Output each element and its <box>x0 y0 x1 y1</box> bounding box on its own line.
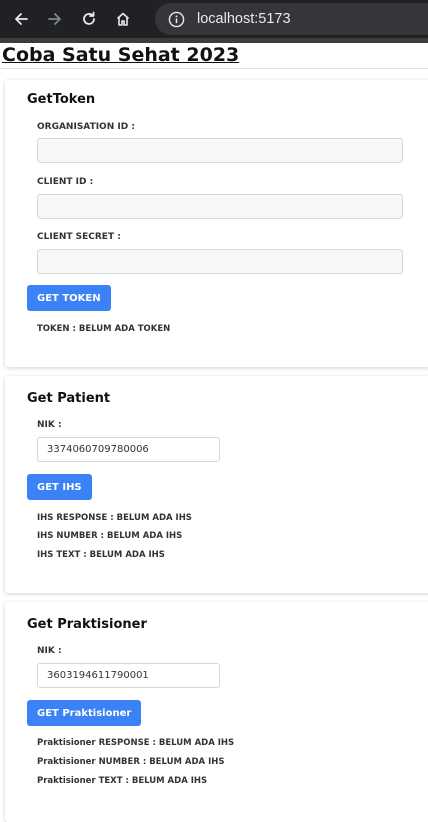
client-secret-label: CLIENT SECRET : <box>37 232 121 242</box>
url-text: localhost:5173 <box>197 11 291 27</box>
address-bar[interactable]: localhost:5173 <box>155 3 428 35</box>
site-info-icon[interactable] <box>167 10 185 28</box>
token-status: TOKEN : BELUM ADA TOKEN <box>37 324 171 334</box>
reload-icon[interactable] <box>72 0 106 38</box>
patient-nik-label: NIK : <box>37 420 62 430</box>
organisation-id-label: ORGANISATION ID : <box>37 122 135 132</box>
praktisioner-text-text: Praktisioner TEXT : BELUM ADA IHS <box>37 776 208 786</box>
ihs-number-text: IHS NUMBER : BELUM ADA IHS <box>37 531 183 541</box>
patient-nik-input[interactable] <box>37 437 220 462</box>
get-patient-heading: Get Patient <box>27 391 111 406</box>
back-icon[interactable] <box>4 0 38 38</box>
praktisioner-nik-input[interactable] <box>37 663 220 688</box>
client-id-label: CLIENT ID : <box>37 177 94 187</box>
praktisioner-nik-label: NIK : <box>37 646 62 656</box>
get-ihs-button[interactable]: GET IHS <box>27 474 92 500</box>
page-title: Coba Satu Sehat 2023 <box>0 43 428 69</box>
get-token-heading: GetToken <box>27 92 96 107</box>
get-patient-card: Get Patient NIK : GET IHS IHS RESPONSE :… <box>5 376 428 593</box>
browser-toolbar: localhost:5173 <box>0 0 428 38</box>
praktisioner-number-text: Praktisioner NUMBER : BELUM ADA IHS <box>37 757 225 767</box>
get-token-button[interactable]: GET TOKEN <box>27 285 111 311</box>
organisation-id-input[interactable] <box>37 138 403 163</box>
home-icon[interactable] <box>106 0 140 38</box>
get-praktisioner-card: Get Praktisioner NIK : GET Praktisioner … <box>5 602 428 822</box>
client-id-input[interactable] <box>37 194 403 219</box>
client-secret-input[interactable] <box>37 249 403 274</box>
ihs-text-text: IHS TEXT : BELUM ADA IHS <box>37 550 165 560</box>
praktisioner-response-text: Praktisioner RESPONSE : BELUM ADA IHS <box>37 738 235 748</box>
forward-icon[interactable] <box>38 0 72 38</box>
get-token-card: GetToken ORGANISATION ID : CLIENT ID : C… <box>5 80 428 367</box>
ihs-response-text: IHS RESPONSE : BELUM ADA IHS <box>37 513 192 523</box>
get-praktisioner-button[interactable]: GET Praktisioner <box>27 700 142 726</box>
get-praktisioner-heading: Get Praktisioner <box>27 617 147 632</box>
